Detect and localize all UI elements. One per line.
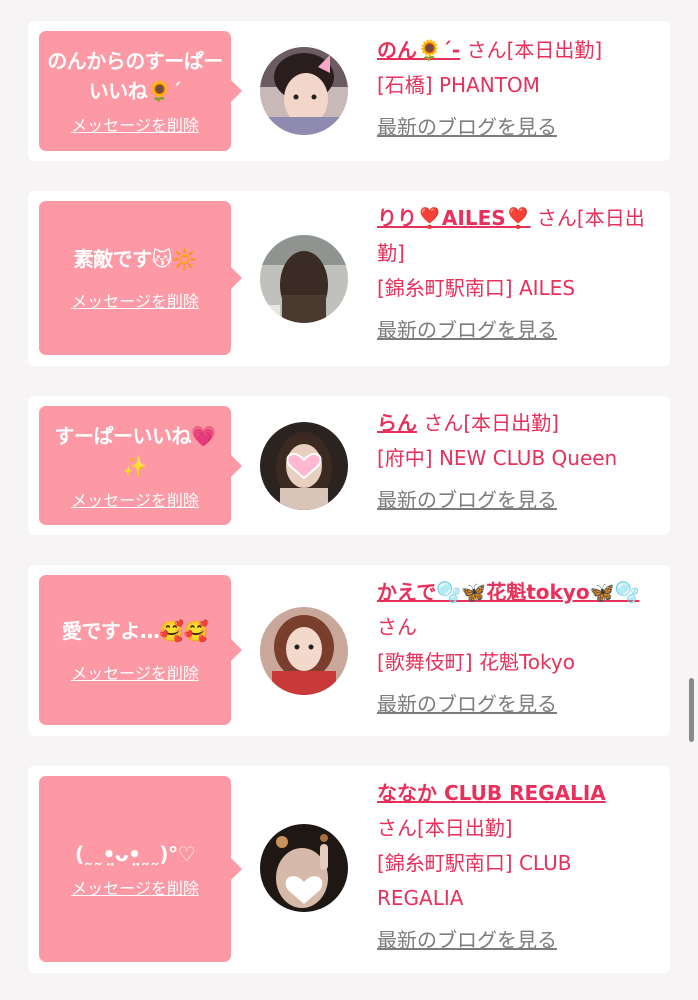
avatar[interactable] bbox=[260, 824, 348, 912]
profile-photo bbox=[260, 47, 348, 135]
latest-blog-link[interactable]: 最新のブログを見る bbox=[377, 110, 557, 145]
honorific: さん bbox=[466, 38, 507, 62]
delete-message-link[interactable]: メッセージを削除 bbox=[71, 487, 199, 511]
profile-photo bbox=[260, 422, 348, 510]
avatar[interactable] bbox=[260, 422, 348, 510]
shop-name: [石橋] PHANTOM bbox=[377, 73, 540, 97]
message-card: (˷˷•̤ᴗ•̤˷˷)°♡ メッセージを削除 ななか CLUB REGALIA … bbox=[28, 766, 670, 973]
message-bubble: のんからのすーぱーいいね🌻´ メッセージを削除 bbox=[39, 31, 242, 151]
status: [本日出勤] bbox=[463, 411, 559, 435]
cast-name-link[interactable]: りり❣️AILES❣️ bbox=[377, 206, 531, 230]
profile-photo bbox=[260, 607, 348, 695]
message-card: 素敵です😽🔆 メッセージを削除 りり❣️AILES❣️ さん[本日出勤] [錦糸… bbox=[28, 191, 670, 366]
shop-name: [錦糸町駅南口] CLUB REGALIA bbox=[377, 851, 572, 910]
cast-info: りり❣️AILES❣️ さん[本日出勤] [錦糸町駅南口] AILES 最新のブ… bbox=[377, 201, 659, 348]
cast-info: らん さん[本日出勤] [府中] NEW CLUB Queen 最新のブログを見… bbox=[377, 406, 659, 518]
cast-name-link[interactable]: かえで🫧🦋花魁tokyo🦋🫧 bbox=[377, 580, 639, 604]
cast-info: かえで🫧🦋花魁tokyo🦋🫧 さん [歌舞伎町] 花魁Tokyo 最新のブログを… bbox=[377, 575, 659, 722]
latest-blog-link[interactable]: 最新のブログを見る bbox=[377, 483, 557, 518]
cast-info: ななか CLUB REGALIA さん[本日出勤] [錦糸町駅南口] CLUB … bbox=[377, 776, 659, 958]
honorific: さん bbox=[536, 206, 577, 230]
latest-blog-link[interactable]: 最新のブログを見る bbox=[377, 313, 557, 348]
scrollbar-thumb[interactable] bbox=[689, 678, 694, 742]
message-card: のんからのすーぱーいいね🌻´ メッセージを削除 のん🌻´- さん[本日出勤] [… bbox=[28, 21, 670, 161]
message-bubble: すーぱーいいね💗✨ メッセージを削除 bbox=[39, 406, 242, 525]
message-text: すーぱーいいね💗✨ bbox=[54, 423, 216, 478]
delete-message-link[interactable]: メッセージを削除 bbox=[71, 875, 199, 899]
profile-photo bbox=[260, 235, 348, 323]
message-text: のんからのすーぱーいいね🌻´ bbox=[47, 49, 223, 103]
delete-message-link[interactable]: メッセージを削除 bbox=[71, 112, 199, 136]
shop-name: [府中] NEW CLUB Queen bbox=[377, 446, 618, 470]
cast-info: のん🌻´- さん[本日出勤] [石橋] PHANTOM 最新のブログを見る bbox=[377, 33, 659, 145]
latest-blog-link[interactable]: 最新のブログを見る bbox=[377, 923, 557, 958]
message-bubble: (˷˷•̤ᴗ•̤˷˷)°♡ メッセージを削除 bbox=[39, 776, 242, 962]
latest-blog-link[interactable]: 最新のブログを見る bbox=[377, 687, 557, 722]
cast-name-link[interactable]: らん bbox=[377, 411, 417, 435]
message-bubble: 愛ですよ…🥰🥰 メッセージを削除 bbox=[39, 575, 242, 725]
message-card: すーぱーいいね💗✨ メッセージを削除 らん さん[本日出勤] [府中] NEW … bbox=[28, 396, 670, 535]
shop-name: [歌舞伎町] 花魁Tokyo bbox=[377, 650, 575, 674]
cast-name-link[interactable]: のん🌻´- bbox=[377, 38, 460, 62]
cast-name-link[interactable]: ななか CLUB REGALIA bbox=[377, 781, 606, 805]
honorific: さん bbox=[423, 411, 464, 435]
delete-message-link[interactable]: メッセージを削除 bbox=[71, 660, 199, 684]
status: [本日出勤] bbox=[506, 38, 603, 62]
favorites-message-list: のんからのすーぱーいいね🌻´ メッセージを削除 のん🌻´- さん[本日出勤] [… bbox=[0, 0, 698, 1000]
message-text: (˷˷•̤ᴗ•̤˷˷)°♡ bbox=[74, 842, 196, 866]
avatar[interactable] bbox=[260, 235, 348, 323]
profile-photo bbox=[260, 824, 348, 912]
message-text: 素敵です😽🔆 bbox=[73, 247, 197, 271]
honorific: さん bbox=[377, 816, 417, 840]
avatar[interactable] bbox=[260, 47, 348, 135]
shop-name: [錦糸町駅南口] AILES bbox=[377, 276, 576, 300]
avatar[interactable] bbox=[260, 607, 348, 695]
message-text: 愛ですよ…🥰🥰 bbox=[61, 619, 209, 643]
delete-message-link[interactable]: メッセージを削除 bbox=[71, 288, 199, 312]
message-bubble: 素敵です😽🔆 メッセージを削除 bbox=[39, 201, 242, 355]
message-card: 愛ですよ…🥰🥰 メッセージを削除 かえで🫧🦋花魁tokyo🦋🫧 さん [歌舞伎町… bbox=[28, 565, 670, 736]
status: [本日出勤] bbox=[417, 816, 513, 840]
honorific: さん bbox=[377, 615, 417, 639]
